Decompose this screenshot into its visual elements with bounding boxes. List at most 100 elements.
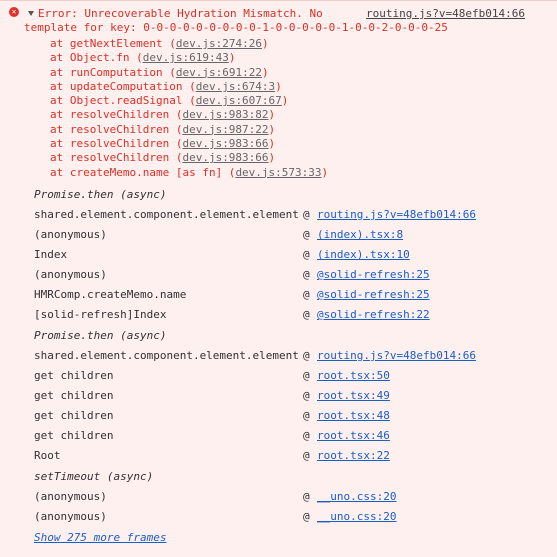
call-frame-row: Index @ (index).tsx:10: [34, 245, 544, 265]
frame-source-link[interactable]: (index).tsx:10: [317, 245, 410, 265]
call-frame-row: get children @ root.tsx:48: [34, 406, 544, 426]
frame-source-link[interactable]: @solid-refresh:22: [317, 305, 430, 325]
call-frame-row: shared.element.component.element.element…: [34, 346, 544, 366]
frame-function-name: shared.element.component.element.element: [34, 349, 299, 362]
frame-at-sign: @: [303, 389, 310, 402]
stack-fn: at updateComputation (: [50, 79, 196, 93]
call-frame-row: get children @ root.tsx:46: [34, 426, 544, 446]
error-message-line1: Error: Unrecoverable Hydration Mismatch.…: [38, 7, 323, 20]
stack-source-link[interactable]: dev.js:987:22: [182, 123, 268, 136]
stack-source-link[interactable]: dev.js:983:66: [182, 137, 268, 150]
frame-at-sign: @: [303, 449, 310, 462]
stack-suffix: ): [268, 122, 276, 136]
frame-source-link[interactable]: __uno.css:20: [317, 487, 396, 507]
stack-source-link[interactable]: dev.js:274:26: [176, 37, 262, 50]
frame-at-sign: @: [303, 349, 310, 362]
frame-at-sign: @: [303, 510, 310, 523]
frame-at-sign: @: [303, 308, 310, 321]
frame-function-name: (anonymous): [34, 268, 107, 281]
frame-source-link[interactable]: root.tsx:22: [317, 446, 390, 466]
stack-line: at resolveChildren (dev.js:983:82): [24, 108, 328, 122]
call-frame-row: (anonymous) @ __uno.css:20: [34, 487, 544, 507]
call-frame-row: (anonymous) @ (index).tsx:8: [34, 225, 544, 245]
stack-fn: at resolveChildren (: [50, 108, 183, 122]
frame-function-name: get children: [34, 429, 114, 442]
frame-at-sign: @: [303, 268, 310, 281]
frame-source-link[interactable]: routing.js?v=48efb014:66: [317, 205, 476, 225]
frame-source-link[interactable]: routing.js?v=48efb014:66: [317, 346, 476, 366]
source-link[interactable]: routing.js?v=48efb014:66: [366, 7, 525, 21]
frame-function-name: (anonymous): [34, 228, 107, 241]
expand-triangle-icon[interactable]: [28, 11, 34, 16]
frame-function-name: (anonymous): [34, 510, 107, 523]
frame-source-link[interactable]: root.tsx:49: [317, 386, 390, 406]
stack-suffix: ): [268, 151, 276, 165]
show-more-row: Show 275 more frames: [34, 527, 544, 548]
stack-source-link[interactable]: dev.js:983:66: [182, 151, 268, 164]
frame-function-name: get children: [34, 409, 114, 422]
frame-source-link[interactable]: __uno.css:20: [317, 507, 396, 527]
stack-fn: at resolveChildren (: [50, 151, 183, 165]
error-header[interactable]: ✕ Error: Unrecoverable Hydration Mismatc…: [0, 1, 557, 37]
stack-source-link[interactable]: dev.js:573:33: [235, 166, 321, 179]
frame-at-sign: @: [303, 208, 310, 221]
error-message-line2: template for key: 0-0-0-0-0-0-0-0-0-1-0-…: [24, 21, 448, 34]
frame-at-sign: @: [303, 369, 310, 382]
frame-at-sign: @: [303, 228, 310, 241]
stack-suffix: ): [321, 165, 329, 179]
stack-fn: at getNextElement (: [50, 37, 176, 50]
stack-source-link[interactable]: dev.js:619:43: [143, 51, 229, 64]
stack-trace: at getNextElement (dev.js:274:26) at Obje…: [24, 37, 328, 180]
stack-line: at updateComputation (dev.js:674:3): [24, 80, 328, 94]
frame-function-name: HMRComp.createMemo.name: [34, 288, 187, 301]
stack-source-link[interactable]: dev.js:691:22: [176, 66, 262, 79]
call-frame-row: [solid-refresh]Index @ @solid-refresh:22: [34, 305, 544, 325]
stack-suffix: ): [281, 94, 289, 108]
frame-source-link[interactable]: root.tsx:50: [317, 366, 390, 386]
stack-line: at resolveChildren (dev.js:983:66): [24, 151, 328, 165]
stack-suffix: ): [275, 79, 282, 93]
stack-fn: at runComputation (: [50, 65, 176, 79]
stack-fn: at Object.readSignal (: [50, 94, 196, 108]
frame-function-name: [solid-refresh]Index: [34, 308, 167, 321]
stack-suffix: ): [268, 137, 276, 151]
stack-suffix: ): [261, 65, 269, 79]
frame-at-sign: @: [303, 409, 310, 422]
call-frame-row: HMRComp.createMemo.name @ @solid-refresh:2…: [34, 285, 544, 305]
stack-source-link[interactable]: dev.js:983:82: [182, 108, 268, 121]
stack-line: at Object.readSignal (dev.js:607:67): [24, 94, 328, 108]
stack-fn: at createMemo.name [as fn] (: [50, 165, 236, 179]
frame-at-sign: @: [303, 248, 310, 261]
stack-source-link[interactable]: dev.js:607:67: [196, 94, 282, 107]
frame-source-link[interactable]: @solid-refresh:25: [317, 265, 430, 285]
stack-fn: at resolveChildren (: [50, 137, 183, 151]
frame-function-name: Root: [34, 449, 61, 462]
stack-suffix: ): [261, 37, 269, 50]
call-frame-row: Root @ root.tsx:22: [34, 446, 544, 466]
frame-function-name: (anonymous): [34, 490, 107, 503]
frame-at-sign: @: [303, 288, 310, 301]
stack-suffix: ): [228, 51, 236, 65]
frame-source-link[interactable]: root.tsx:46: [317, 426, 390, 446]
frame-source-link[interactable]: root.tsx:48: [317, 406, 390, 426]
frame-source-link[interactable]: @solid-refresh:25: [317, 285, 430, 305]
frame-function-name: shared.element.component.element.element: [34, 208, 299, 221]
stack-suffix: ): [268, 108, 276, 122]
stack-line: at resolveChildren (dev.js:983:66): [24, 137, 328, 151]
console-error-entry: ✕ Error: Unrecoverable Hydration Mismatc…: [0, 0, 557, 557]
frame-function-name: get children: [34, 369, 114, 382]
call-frame-row: shared.element.component.element.element…: [34, 205, 544, 225]
async-separator: Promise.then (async): [34, 329, 167, 342]
call-frame-row: get children @ root.tsx:50: [34, 366, 544, 386]
show-more-frames-link[interactable]: Show 275 more frames: [34, 531, 166, 544]
frame-source-link[interactable]: (index).tsx:8: [317, 225, 403, 245]
async-call-frames: Promise.then (async) shared.element.compo…: [34, 184, 544, 548]
stack-line: at runComputation (dev.js:691:22): [24, 66, 328, 80]
error-icon: ✕: [9, 7, 19, 17]
frame-at-sign: @: [303, 490, 310, 503]
stack-source-link[interactable]: dev.js:674:3: [196, 80, 275, 93]
async-separator: setTimeout (async): [34, 470, 154, 483]
call-frame-row: get children @ root.tsx:49: [34, 386, 544, 406]
stack-line: at resolveChildren (dev.js:987:22): [24, 123, 328, 137]
frame-function-name: get children: [34, 389, 114, 402]
